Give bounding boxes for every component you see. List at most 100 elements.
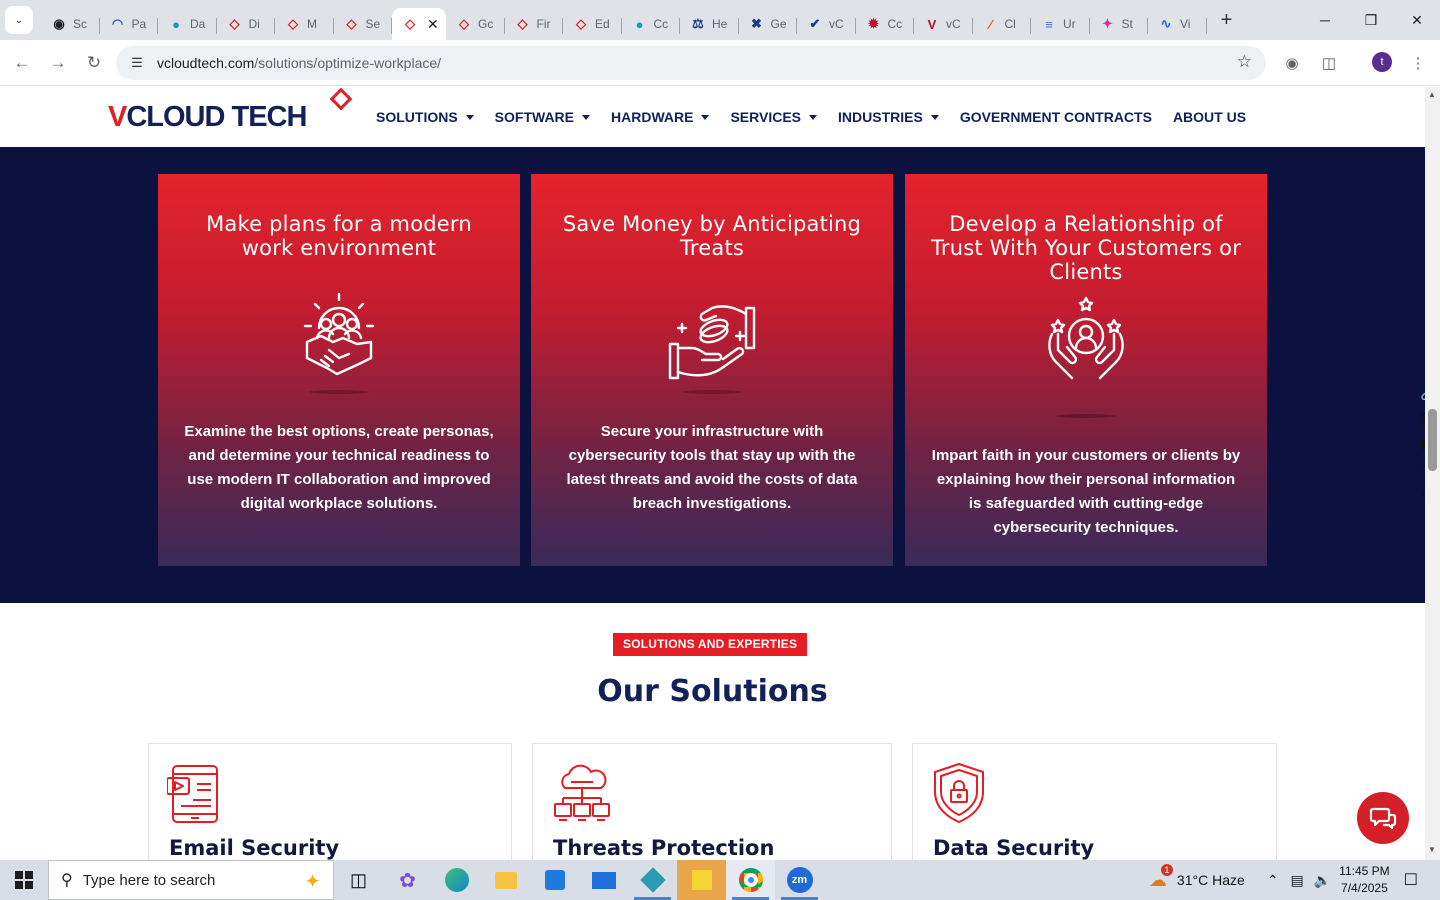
browser-tab[interactable]: ✔ vC	[797, 8, 856, 40]
nav-item-solutions[interactable]: SOLUTIONS	[376, 109, 474, 125]
network-icon[interactable]: ▤	[1291, 872, 1304, 889]
microsoft-store-icon[interactable]	[530, 860, 579, 900]
scroll-down-arrow[interactable]: ▼	[1428, 845, 1436, 854]
nav-item-industries[interactable]: INDUSTRIES	[838, 109, 939, 125]
tab-title: Pa	[131, 17, 147, 31]
browser-tab[interactable]: ◇ Ed	[563, 8, 622, 40]
weather-text[interactable]: 31°C Haze	[1177, 872, 1245, 888]
card-title: Develop a Relationship of Trust With You…	[930, 212, 1242, 284]
weather-icon[interactable]: ☁ 1	[1149, 863, 1173, 891]
tab-favicon-icon: ∿	[1160, 16, 1172, 31]
nav-item-hardware[interactable]: HARDWARE	[611, 109, 710, 125]
profile-avatar[interactable]: t	[1372, 52, 1392, 72]
tab-list: ◉ Sc ◠ Pa ● Da ◇ Di ◇ M ◇ Se ◇ ✕ ◇ Gc ◇ Fir ◇ Ed ● Cc ⚖ He ✖ Ge ✔ v…	[41, 0, 1207, 40]
tab-title: Sc	[73, 17, 88, 31]
tab-title: M	[307, 17, 317, 31]
tab-close-icon[interactable]: ✕	[427, 16, 439, 33]
nav-item-government-contracts[interactable]: GOVERNMENT CONTRACTS	[960, 109, 1152, 125]
browser-tab[interactable]: ∕ Cl	[973, 8, 1032, 40]
back-button[interactable]: ←	[8, 49, 36, 77]
nav-item-label: HARDWARE	[611, 109, 694, 125]
nav-item-about-us[interactable]: ABOUT US	[1173, 109, 1246, 125]
extensions-icon[interactable]: ◫	[1316, 50, 1342, 76]
clock-date: 7/4/2025	[1341, 881, 1388, 895]
minimize-button[interactable]: ─	[1302, 0, 1348, 40]
reload-button[interactable]: ↻	[80, 49, 108, 77]
browser-tab[interactable]: ◇ Gc	[446, 8, 505, 40]
browser-tab[interactable]: ◇ Di	[217, 8, 276, 40]
card-description: Secure your infrastructure with cybersec…	[566, 423, 858, 512]
sticky-notes-icon[interactable]	[677, 860, 726, 900]
translate-icon[interactable]: ◉	[1279, 50, 1305, 76]
main-navigation: SOLUTIONS SOFTWARE HARDWARE SERVICES INDUSTR…	[376, 109, 1267, 125]
browser-tab[interactable]: ✹ Cc	[856, 8, 915, 40]
copilot-icon[interactable]: ✿	[383, 860, 432, 900]
browser-tab[interactable]: ≡ Ur	[1031, 8, 1090, 40]
page-scrollbar[interactable]: ▲ ▼	[1425, 87, 1440, 860]
volume-icon[interactable]: 🔈	[1314, 872, 1331, 889]
browser-tab[interactable]: VvC	[914, 8, 973, 40]
browser-tab[interactable]: ✦ St	[1090, 8, 1149, 40]
solution-card-email[interactable]: Email Security	[148, 743, 512, 860]
browser-tab-strip: ⌄ ◉ Sc ◠ Pa ● Da ◇ Di ◇ M ◇ Se ◇ ✕ ◇ Gc ◇ Fir ◇ Ed ● Cc ⚖ He ✖ Ge…	[0, 0, 1440, 40]
solution-title: Email Security	[169, 836, 340, 860]
new-tab-button[interactable]: +	[1213, 6, 1241, 34]
tab-favicon-icon: ●	[635, 16, 644, 32]
vcloud-tech-logo[interactable]: VCLOUD TECH	[108, 101, 307, 134]
tab-favicon-icon: ◇	[288, 16, 298, 31]
show-hidden-icons-chevron[interactable]: ⌃	[1267, 872, 1279, 889]
browser-tab[interactable]: ● Cc	[622, 8, 681, 40]
nav-item-software[interactable]: SOFTWARE	[494, 109, 591, 125]
scroll-thumb[interactable]	[1428, 409, 1437, 471]
browser-tab[interactable]: ✖ Ge	[739, 8, 798, 40]
browser-tab[interactable]: ◇ Se	[334, 8, 393, 40]
solution-title: Threats Protection	[553, 836, 775, 860]
tab-active[interactable]: ◇ ✕	[392, 8, 446, 40]
card-description: Impart faith in your customers or client…	[931, 447, 1241, 536]
tab-title: Vi	[1180, 17, 1191, 31]
tab-title: vC	[946, 17, 961, 31]
task-view-icon[interactable]: ◫	[334, 860, 383, 900]
clock-time: 11:45 PM	[1339, 864, 1390, 878]
windows-start-button[interactable]	[0, 860, 48, 900]
browser-tab[interactable]: ◇ M	[275, 8, 334, 40]
nav-item-label: SOFTWARE	[494, 109, 575, 125]
url-text[interactable]: vcloudtech.com/solutions/optimize-workpl…	[157, 55, 441, 71]
more-menu-icon[interactable]: ⋮	[1405, 50, 1431, 76]
close-window-button[interactable]: ✕	[1394, 0, 1440, 40]
browser-tab[interactable]: ● Da	[158, 8, 217, 40]
nav-item-services[interactable]: SERVICES	[730, 109, 818, 125]
caret-down-icon	[465, 114, 474, 120]
solution-card-data[interactable]: Data Security	[912, 743, 1277, 860]
browser-tab[interactable]: ◇ Fir	[505, 8, 564, 40]
chrome-icon[interactable]	[726, 860, 775, 900]
section-title: Our Solutions	[597, 674, 828, 709]
browser-tab[interactable]: ◉ Sc	[41, 8, 100, 40]
mobile-email-icon	[167, 765, 218, 823]
card-description: Examine the best options, create persona…	[184, 423, 494, 512]
bookmark-star-icon[interactable]: ☆	[1237, 52, 1252, 72]
tab-search-button[interactable]: ⌄	[5, 6, 33, 34]
address-bar[interactable]: ☰ vcloudtech.com/solutions/optimize-work…	[116, 46, 1266, 80]
notifications-icon[interactable]: ☐	[1404, 870, 1418, 890]
nav-item-label: INDUSTRIES	[838, 109, 923, 125]
browser-tab[interactable]: ⚖ He	[680, 8, 739, 40]
scroll-up-arrow[interactable]: ▲	[1428, 90, 1436, 99]
solution-card-threats[interactable]: Threats Protection	[532, 743, 892, 860]
browser-tab[interactable]: ∿ Vi	[1148, 8, 1207, 40]
site-info-icon[interactable]: ☰	[126, 52, 148, 74]
browser-tab[interactable]: ◠ Pa	[100, 8, 159, 40]
chat-bubbles-icon	[1369, 807, 1397, 830]
chat-button[interactable]	[1357, 792, 1409, 844]
tab-favicon-icon: ◇	[229, 16, 240, 31]
edge-browser-icon[interactable]	[432, 860, 481, 900]
zoom-icon[interactable]: zm	[775, 860, 824, 900]
restore-button[interactable]: ❐	[1348, 0, 1394, 40]
forward-button[interactable]: →	[44, 49, 72, 77]
web-page: VCLOUD TECH SOLUTIONS SOFTWARE HARDWARE SER…	[0, 87, 1425, 860]
app-diamond-icon[interactable]	[628, 860, 677, 900]
file-explorer-icon[interactable]	[481, 860, 530, 900]
taskbar-search-box[interactable]: ⚲ Type here to search ✦	[48, 860, 334, 900]
mail-icon[interactable]	[579, 860, 628, 900]
system-clock[interactable]: 11:45 PM 7/4/2025	[1339, 863, 1389, 897]
